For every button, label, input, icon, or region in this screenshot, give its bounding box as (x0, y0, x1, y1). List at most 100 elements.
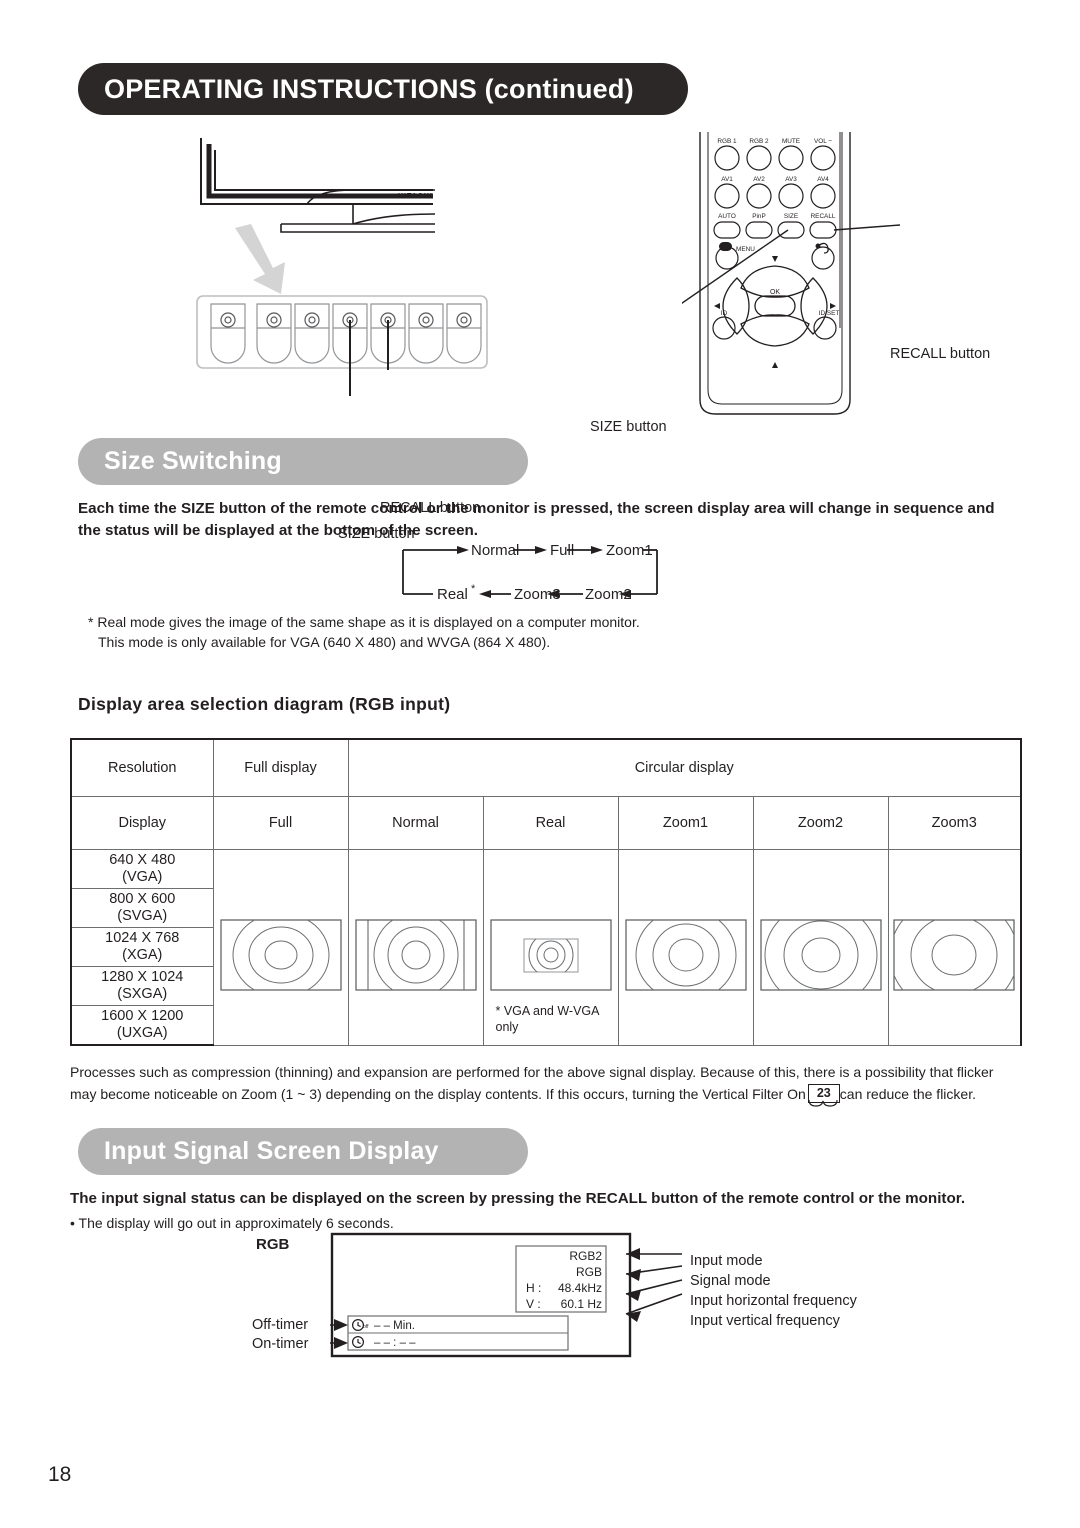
osd-off-timer-value: – – Min. (374, 1320, 415, 1332)
page-reference-icon: 23 (807, 1083, 840, 1107)
monitor-illustration: HITACHI (196, 138, 488, 396)
illustration-real (489, 919, 612, 991)
section-title-size-switching: Size Switching (104, 447, 282, 475)
section-banner-input-signal: Input Signal Screen Display (78, 1128, 528, 1175)
osd-v-freq-value: 60.1 Hz (561, 1297, 602, 1311)
dpad-arrow-icons (714, 256, 836, 368)
remote-button-label-menu: MENU (736, 246, 755, 253)
top-illustration-zone: HITACHI RECALL button SIZE button RGB 1 … (0, 128, 1080, 542)
input-signal-bullet: • The display will go out in approximate… (70, 1215, 394, 1231)
real-footnote-line1: * VGA and W-VGA (495, 1003, 600, 1018)
display-area-table: Resolution Full display Circular display… (70, 738, 1022, 1046)
direction-pad (722, 265, 828, 347)
header-circular-display: Circular display (347, 738, 1022, 797)
remote-button-label-size: SIZE (784, 213, 798, 220)
section-title-input-signal: Input Signal Screen Display (104, 1137, 439, 1165)
osd-label-v-frequency: Input vertical frequency (690, 1313, 840, 1329)
osd-label-off-timer: Off-timer (252, 1317, 309, 1333)
real-mode-note-line2: This mode is only available for VGA (640… (98, 634, 551, 650)
header-full-display: Full display (212, 738, 349, 797)
real-footnote-line2: only (495, 1019, 519, 1034)
ok-button-label: OK (770, 289, 780, 296)
remote-button-label-pinp: PinP (752, 213, 766, 220)
cell-illustration-full (212, 849, 349, 1046)
osd-label-signal-mode: Signal mode (690, 1273, 771, 1289)
osd-label-on-timer: On-timer (252, 1336, 309, 1352)
resolution-cell: 1280 X 1024 (SXGA) (70, 966, 214, 1006)
resolution-cell: 1600 X 1200 (UXGA) (70, 1005, 214, 1046)
off-timer-clock-icon: off (352, 1318, 369, 1331)
osd-signal-mode-value: RGB (576, 1265, 602, 1279)
resolution-pixels: 1600 X 1200 (101, 1008, 184, 1024)
brand-mark: HITACHI (398, 193, 433, 200)
cell-illustration-zoom1 (617, 849, 754, 1046)
col-header-zoom2: Zoom2 (752, 796, 889, 850)
real-mode-note-line1: * Real mode gives the image of the same … (88, 614, 640, 630)
resolution-name: (SVGA) (117, 908, 168, 924)
input-signal-intro: The input signal status can be displayed… (70, 1190, 966, 1207)
header-resolution: Resolution (70, 738, 214, 797)
resolution-pixels: 640 X 480 (109, 852, 176, 868)
remote-button-label-av2: AV2 (753, 176, 765, 183)
osd-v-label: V : (526, 1297, 541, 1311)
osd-h-label: H : (526, 1281, 541, 1295)
cell-illustration-normal (347, 849, 484, 1046)
flicker-note: Processes such as compression (thinning)… (70, 1062, 1022, 1107)
illustration-normal (354, 919, 477, 991)
remote-button-label-rgb1: RGB 1 (717, 138, 737, 145)
resolution-name: (SXGA) (117, 986, 168, 1002)
callout-remote-recall: RECALL button (890, 346, 991, 362)
on-timer-clock-icon (352, 1335, 365, 1348)
remote-button-label-av1: AV1 (721, 176, 733, 183)
resolution-cell: 800 X 600 (SVGA) (70, 888, 214, 928)
return-icon (815, 242, 829, 254)
remote-button-label-av3: AV3 (785, 176, 797, 183)
resolution-name: (VGA) (122, 869, 163, 885)
col-header-real: Real (482, 796, 619, 850)
section-banner-size-switching: Size Switching (78, 438, 528, 485)
illustration-full (219, 919, 342, 991)
osd-source-label: RGB (256, 1236, 290, 1253)
cell-illustration-zoom3 (887, 849, 1022, 1046)
osd-input-mode-value: RGB2 (569, 1249, 602, 1263)
size-switching-intro: Each time the SIZE button of the remote … (78, 500, 995, 539)
remote-button-label-vol: VOL − (814, 138, 832, 145)
col-header-normal: Normal (347, 796, 484, 850)
callout-remote-size: SIZE button (590, 419, 667, 435)
resolution-name: (XGA) (122, 947, 163, 963)
size-mode-cycle-diagram: Normal Full Zoom1 Real * Zoom3 Zoom2 (402, 542, 658, 603)
resolution-name: (UXGA) (116, 1025, 168, 1041)
table-row: 640 X 480 (VGA) * VGA and W-VGA only (70, 849, 1022, 1046)
col-header-zoom1: Zoom1 (617, 796, 754, 850)
resolution-cell: 640 X 480 (VGA) (70, 849, 214, 889)
display-table-heading: Display area selection diagram (RGB inpu… (78, 694, 451, 714)
cycle-item-zoom3: Zoom3 (514, 586, 561, 603)
cell-illustration-real: * VGA and W-VGA only (482, 849, 619, 1046)
resolution-pixels: 1024 X 768 (105, 930, 180, 946)
real-mode-note: * Real mode gives the image of the same … (88, 612, 888, 652)
svg-text:off: off (363, 1324, 369, 1330)
remote-button-label-recall: RECALL (811, 213, 836, 220)
cycle-item-real-asterisk: * (471, 583, 476, 595)
monitor-control-panel (196, 295, 488, 396)
table-column-header-row: Display Full Normal Real Zoom1 Zoom2 Zoo… (70, 796, 1022, 850)
resolution-cell: 1024 X 768 (XGA) (70, 927, 214, 967)
remote-button-label-rgb2: RGB 2 (749, 138, 769, 145)
osd-on-timer-value: – – : – – (374, 1337, 416, 1349)
resolution-pixels: 800 X 600 (109, 891, 176, 907)
remote-button-label-av4: AV4 (817, 176, 829, 183)
osd-h-freq-value: 48.4kHz (558, 1281, 602, 1295)
page-title: OPERATING INSTRUCTIONS (continued) (104, 73, 634, 104)
flicker-note-part2: can reduce the flicker. (839, 1085, 976, 1102)
remote-button-label-id-set: ID SET (819, 310, 840, 317)
illustration-zoom3 (893, 919, 1015, 991)
osd-label-input-mode: Input mode (690, 1253, 763, 1269)
osd-diagram-zone: RGB RGB2 RGB 48.4kHz 60.1 Hz H : V : – –… (0, 1232, 1080, 1412)
col-header-full: Full (212, 796, 349, 850)
cycle-item-zoom1: Zoom1 (606, 542, 653, 559)
real-column-footnote: * VGA and W-VGA only (496, 1003, 600, 1035)
cell-illustration-zoom2 (752, 849, 889, 1046)
remote-control-illustration: RGB 1 RGB 2 MUTE VOL − AV1 AV2 AV3 AV4 A… (682, 132, 901, 415)
pointer-arrow-icon (235, 224, 285, 294)
remote-button-label-mute: MUTE (782, 138, 800, 145)
